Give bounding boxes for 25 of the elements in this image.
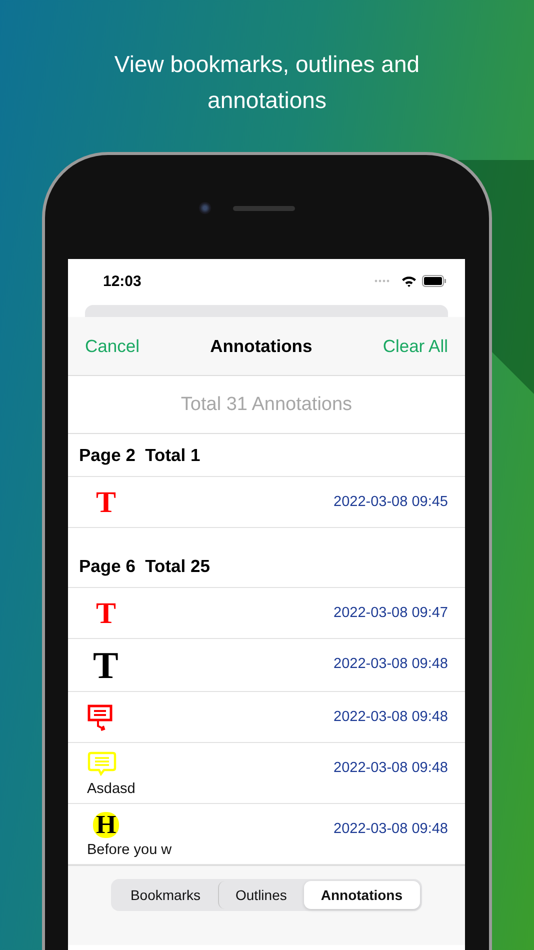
annotation-date: 2022-03-08 09:48 bbox=[334, 656, 448, 672]
annotation-date: 2022-03-08 09:48 bbox=[334, 760, 448, 776]
text-annotation-icon: T bbox=[96, 488, 116, 518]
free-text-annotation-icon: T bbox=[93, 647, 118, 685]
signal-icon bbox=[374, 279, 392, 283]
camera-icon bbox=[199, 202, 211, 214]
annotation-note: Asdasd bbox=[87, 781, 136, 797]
section-header: Page 6 Total 25 bbox=[79, 556, 210, 577]
highlight-annotation-icon: H bbox=[93, 812, 120, 838]
annotation-date: 2022-03-08 09:45 bbox=[334, 494, 448, 510]
speaker-grille bbox=[233, 206, 295, 210]
segment-tab[interactable]: Annotations bbox=[304, 881, 420, 909]
text-annotation-icon: T bbox=[96, 599, 116, 629]
annotation-note: Before you w bbox=[87, 842, 172, 858]
battery-icon bbox=[422, 275, 447, 287]
annotation-date: 2022-03-08 09:48 bbox=[334, 709, 448, 725]
segment-tab[interactable]: Bookmarks bbox=[113, 881, 218, 909]
status-time: 12:03 bbox=[103, 272, 142, 290]
annotation-date: 2022-03-08 09:48 bbox=[334, 821, 448, 837]
total-count: Total 31 Annotations bbox=[180, 394, 352, 416]
headline: View bookmarks, outlines and annotations bbox=[113, 50, 421, 115]
annotation-date: 2022-03-08 09:47 bbox=[334, 605, 448, 621]
section-header: Page 2 Total 1 bbox=[79, 444, 200, 466]
wifi-icon bbox=[401, 275, 417, 287]
nav-title: Annotations bbox=[210, 336, 312, 356]
